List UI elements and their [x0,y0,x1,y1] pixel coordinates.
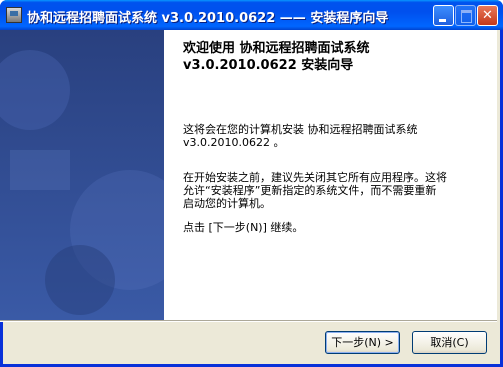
maximize-button [455,5,476,26]
minimize-icon [434,6,453,25]
sidebar-artwork [0,30,164,320]
continue-instruction-text: 点击 [下一步(N)] 继续。 [183,221,304,234]
install-target-line1: 这将会在您的计算机安装 协和远程招聘面试系统 [183,123,418,136]
title-bar[interactable]: 协和远程招聘面试系统 v3.0.2010.0622 —— 安装程序向导 ✕ [0,0,503,30]
cancel-button[interactable]: 取消(C) [412,331,487,354]
footer-divider [0,320,497,322]
wizard-sidebar-image [0,30,164,320]
maximize-icon [456,6,475,25]
welcome-heading: 欢迎使用 协和远程招聘面试系统 v3.0.2010.0622 安装向导 [183,40,370,74]
close-apps-advice-line3: 启动您的计算机。 [183,197,271,210]
close-button[interactable]: ✕ [477,5,498,26]
welcome-heading-line2: v3.0.2010.0622 安装向导 [183,58,354,73]
window-title: 协和远程招聘面试系统 v3.0.2010.0622 —— 安装程序向导 [27,11,389,26]
close-apps-advice-line2: 允许“安装程序”更新指定的系统文件，而不需要重新 [183,184,437,197]
welcome-heading-line1: 欢迎使用 协和远程招聘面试系统 [183,41,370,56]
close-apps-advice-line1: 在开始安装之前，建议先关闭其它所有应用程序。这将 [183,171,447,184]
next-button[interactable]: 下一步(N) > [325,331,400,354]
minimize-button[interactable] [433,5,454,26]
installer-app-icon [6,7,22,23]
close-icon: ✕ [482,8,493,23]
install-target-text: 这将会在您的计算机安装 协和远程招聘面试系统 v3.0.2010.0622 。 [183,123,483,149]
install-target-line2: v3.0.2010.0622 。 [183,136,285,149]
close-apps-advice-text: 在开始安装之前，建议先关闭其它所有应用程序。这将 允许“安装程序”更新指定的系统… [183,171,483,210]
wizard-content: 欢迎使用 协和远程招聘面试系统 v3.0.2010.0622 安装向导 这将会在… [164,30,497,320]
